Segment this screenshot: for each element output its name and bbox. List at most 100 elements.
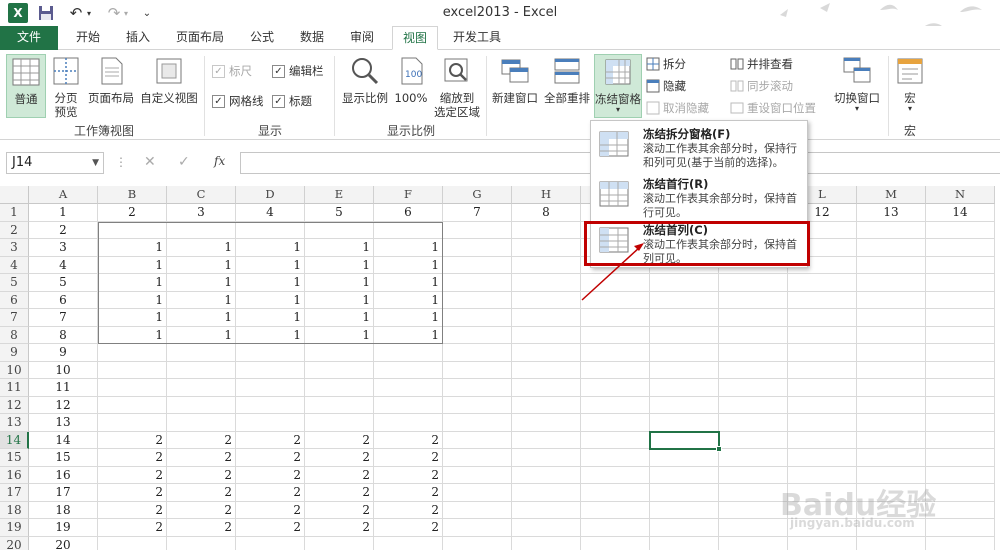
cell[interactable] [926, 484, 995, 502]
cell[interactable] [650, 309, 719, 327]
cell[interactable] [236, 536, 305, 550]
cell[interactable] [512, 431, 581, 449]
cell[interactable]: 1 [98, 326, 167, 344]
cell[interactable] [443, 361, 512, 379]
cell[interactable] [443, 274, 512, 292]
cell[interactable] [443, 414, 512, 432]
cell[interactable] [719, 466, 788, 484]
column-header[interactable]: C [167, 186, 236, 204]
worksheet-grid[interactable]: ABCDEFGHIJKLMN11234567812131422331111144… [0, 186, 1000, 550]
cell[interactable] [443, 396, 512, 414]
cell[interactable] [167, 379, 236, 397]
cell[interactable] [443, 431, 512, 449]
cell[interactable] [650, 449, 719, 467]
cell[interactable] [650, 519, 719, 537]
cell[interactable] [305, 344, 374, 362]
tab-file[interactable]: 文件 [0, 26, 58, 50]
cell[interactable] [305, 536, 374, 550]
cell[interactable] [857, 519, 926, 537]
tab-developer[interactable]: 开发工具 [444, 26, 510, 50]
cell[interactable]: 1 [305, 239, 374, 257]
cell[interactable]: 2 [305, 449, 374, 467]
cell[interactable] [650, 501, 719, 519]
cell[interactable] [443, 239, 512, 257]
cell[interactable] [857, 291, 926, 309]
cell[interactable]: 7 [443, 204, 512, 222]
cell[interactable]: 1 [236, 239, 305, 257]
cell[interactable]: 18 [29, 501, 98, 519]
row-header[interactable]: 4 [0, 256, 29, 274]
cell[interactable] [788, 396, 857, 414]
cell[interactable] [788, 431, 857, 449]
cell[interactable] [926, 519, 995, 537]
cancel-icon[interactable]: ✕ [144, 154, 156, 170]
column-header[interactable]: N [926, 186, 995, 204]
cell[interactable] [581, 396, 650, 414]
page-break-preview-button[interactable]: 分页 预览 [48, 54, 84, 119]
cell[interactable] [581, 484, 650, 502]
cell[interactable] [788, 361, 857, 379]
cell[interactable] [926, 396, 995, 414]
cell[interactable]: 2 [374, 519, 443, 537]
cell[interactable] [443, 519, 512, 537]
cell[interactable] [167, 396, 236, 414]
cell[interactable] [788, 536, 857, 550]
cell[interactable] [788, 291, 857, 309]
cell[interactable] [512, 379, 581, 397]
cell[interactable] [650, 379, 719, 397]
cell[interactable] [857, 484, 926, 502]
row-header[interactable]: 14 [0, 431, 29, 449]
cell[interactable]: 2 [305, 519, 374, 537]
cell[interactable] [719, 536, 788, 550]
cell[interactable] [581, 431, 650, 449]
cell[interactable]: 17 [29, 484, 98, 502]
cell[interactable] [788, 466, 857, 484]
row-header[interactable]: 9 [0, 344, 29, 362]
cell[interactable] [236, 361, 305, 379]
cell[interactable]: 1 [167, 239, 236, 257]
cell[interactable] [167, 221, 236, 239]
cell[interactable]: 7 [29, 309, 98, 327]
menu-item-freeze-top-row[interactable]: 冻结首行(R) 滚动工作表其余部分时，保持首行可见。 [591, 173, 807, 221]
select-all-corner[interactable] [0, 186, 29, 204]
cell[interactable] [857, 274, 926, 292]
cell[interactable] [650, 396, 719, 414]
custom-views-button[interactable]: 自定义视图 [138, 54, 200, 118]
cell[interactable]: 1 [167, 326, 236, 344]
row-header[interactable]: 13 [0, 414, 29, 432]
cell[interactable] [98, 379, 167, 397]
switch-windows-button[interactable]: 切换窗口 ▾ [830, 54, 884, 118]
cell[interactable]: 2 [305, 484, 374, 502]
cell[interactable] [443, 221, 512, 239]
cell[interactable]: 2 [98, 519, 167, 537]
cell[interactable]: 4 [236, 204, 305, 222]
headings-checkbox[interactable]: ✓ 标题 [272, 92, 312, 110]
cell[interactable] [443, 501, 512, 519]
cell[interactable] [926, 221, 995, 239]
cell[interactable] [512, 519, 581, 537]
cell[interactable] [305, 221, 374, 239]
cell[interactable]: 14 [926, 204, 995, 222]
cell[interactable] [650, 466, 719, 484]
cell[interactable] [857, 414, 926, 432]
cell[interactable] [857, 396, 926, 414]
cell[interactable] [926, 256, 995, 274]
cell[interactable] [512, 291, 581, 309]
cell[interactable]: 8 [512, 204, 581, 222]
cell[interactable] [926, 431, 995, 449]
formula-bar-checkbox[interactable]: ✓ 编辑栏 [272, 62, 324, 80]
row-header[interactable]: 20 [0, 536, 29, 550]
cell[interactable] [719, 431, 788, 449]
cell[interactable] [581, 379, 650, 397]
cell[interactable] [857, 344, 926, 362]
cell[interactable] [374, 536, 443, 550]
cell[interactable] [788, 309, 857, 327]
cell[interactable] [857, 309, 926, 327]
cell[interactable] [512, 326, 581, 344]
hide-window-button[interactable]: 隐藏 [646, 77, 686, 95]
cell[interactable] [719, 309, 788, 327]
cell[interactable] [719, 361, 788, 379]
cell[interactable]: 2 [305, 431, 374, 449]
cell[interactable] [443, 536, 512, 550]
cell[interactable] [719, 519, 788, 537]
